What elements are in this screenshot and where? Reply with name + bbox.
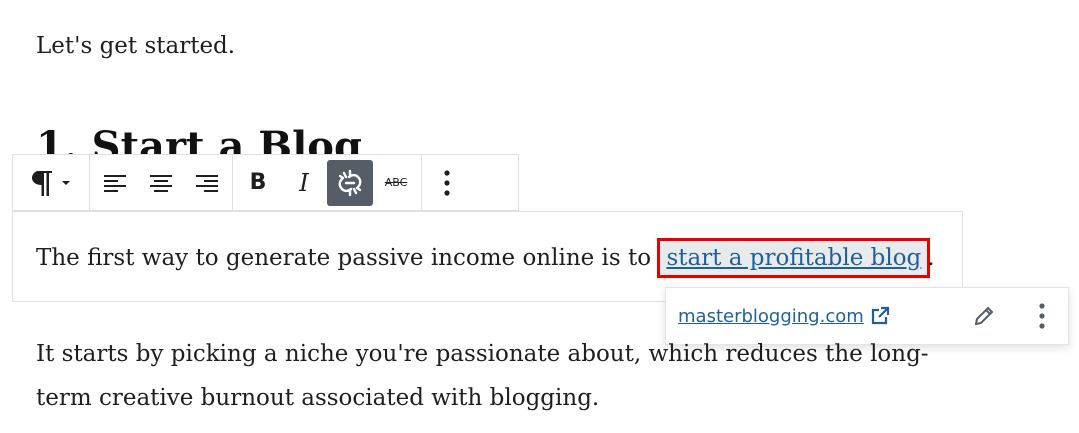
edit-link-button[interactable] (966, 300, 1002, 336)
highlighted-link[interactable]: start a profitable blog (657, 238, 931, 278)
block-toolbar: B I ABC (12, 154, 519, 211)
bold-label: B (249, 170, 267, 195)
block-type-button[interactable] (15, 160, 87, 206)
paragraph-text: The first way to generate passive income… (36, 245, 659, 271)
body-line-1: It starts by picking a niche you're pass… (36, 341, 929, 367)
italic-label: I (299, 168, 309, 197)
align-left-icon (104, 173, 126, 193)
pencil-icon (973, 305, 995, 331)
unlink-icon (335, 168, 365, 198)
intro-paragraph: Let's get started. (36, 33, 236, 59)
align-right-button[interactable] (184, 160, 230, 206)
bold-button[interactable]: B (235, 160, 281, 206)
align-center-icon (150, 173, 172, 193)
link-button[interactable] (327, 159, 373, 206)
body-line-2: term creative burnout associated with bl… (36, 385, 600, 411)
italic-button[interactable]: I (281, 160, 327, 206)
strikethrough-button[interactable]: ABC (373, 160, 419, 206)
align-center-button[interactable] (138, 160, 184, 206)
more-vertical-icon (444, 169, 450, 196)
block-paragraph[interactable]: The first way to generate passive income… (36, 236, 935, 280)
more-vertical-icon (1039, 303, 1045, 333)
more-options-button[interactable] (424, 160, 470, 206)
paragraph-period: . (927, 245, 935, 271)
strikethrough-label: ABC (384, 176, 408, 189)
external-link-icon[interactable] (870, 306, 890, 326)
align-left-button[interactable] (92, 160, 138, 206)
blog-link[interactable]: start a profitable blog (666, 245, 921, 271)
body-paragraph: It starts by picking a niche you're pass… (36, 332, 956, 420)
popover-url-link[interactable]: masterblogging.com (678, 306, 864, 327)
pilcrow-icon (28, 168, 74, 198)
popover-more-button[interactable] (1028, 300, 1056, 336)
align-right-icon (196, 173, 218, 193)
